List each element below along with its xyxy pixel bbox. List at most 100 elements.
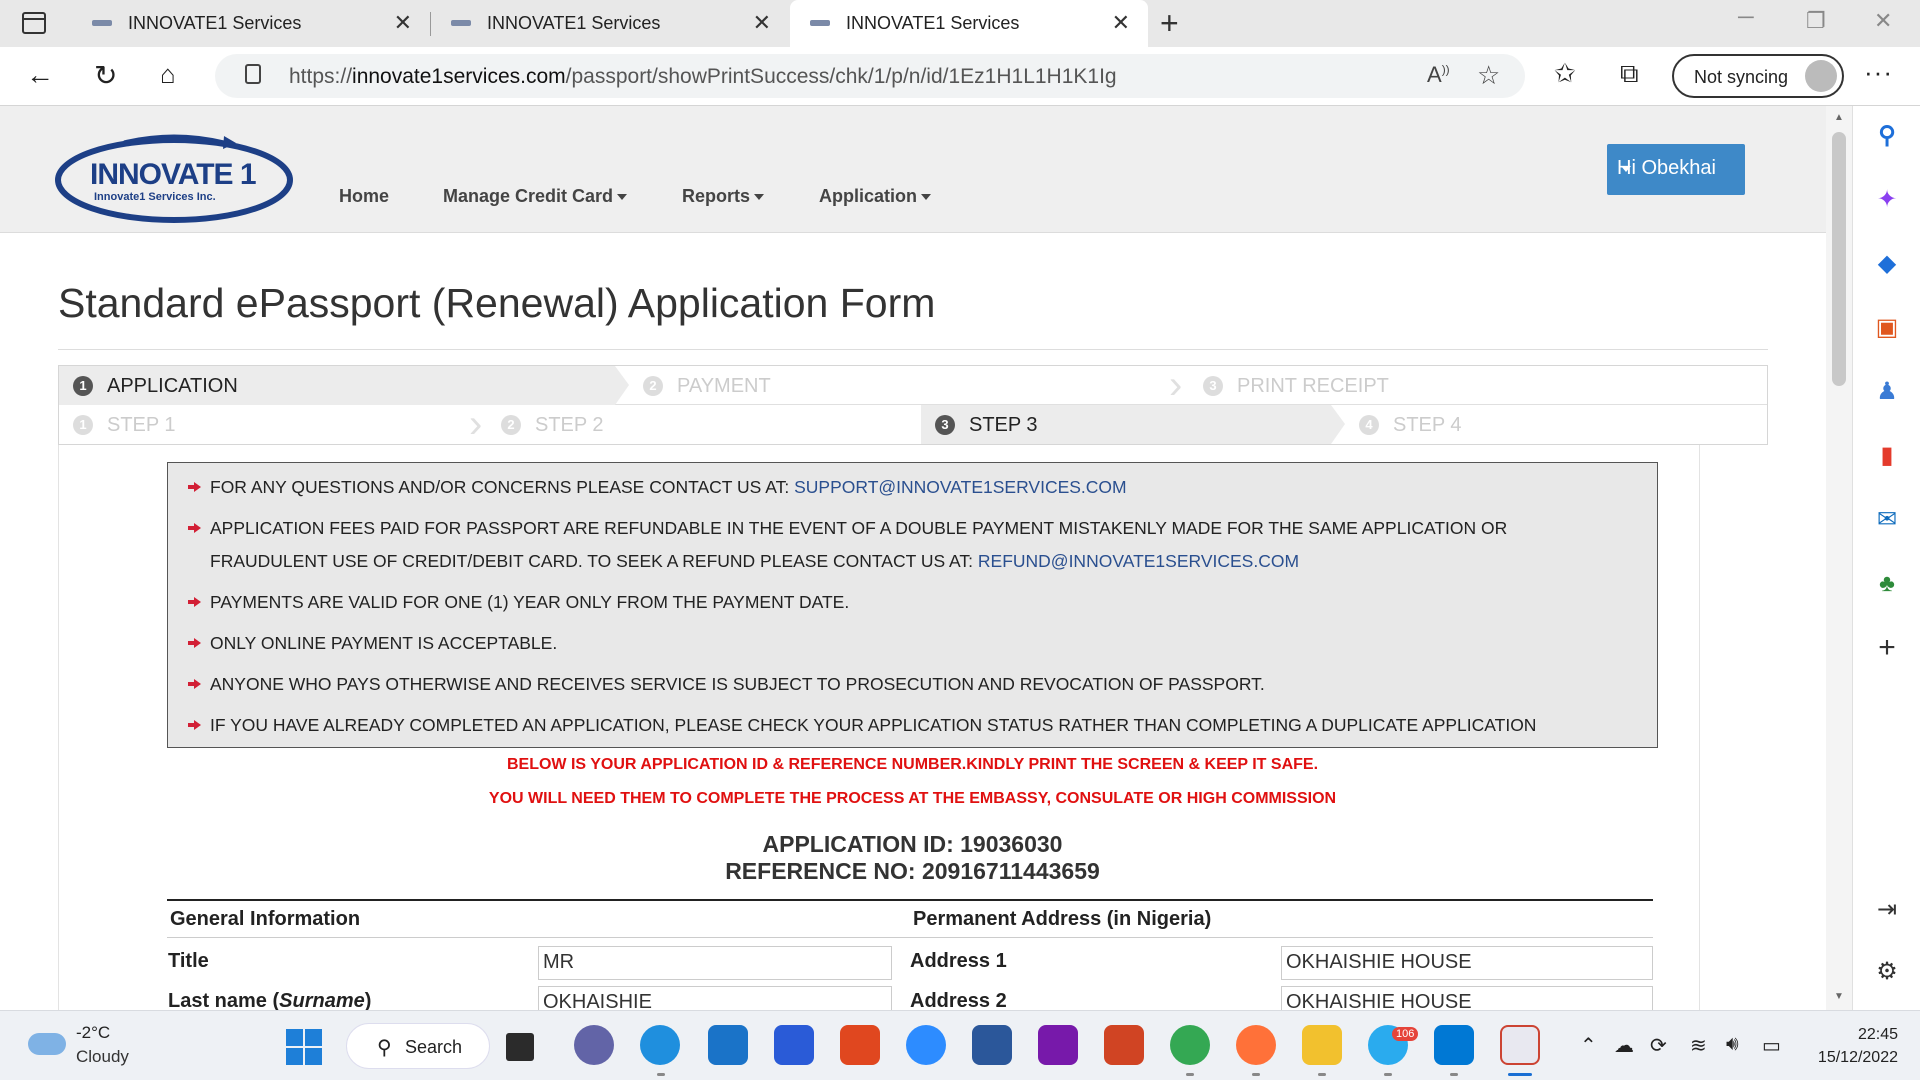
scroll-down-arrow-icon[interactable]: ▼ xyxy=(1834,991,1844,1002)
weather-temperature[interactable]: -2°C xyxy=(76,1023,110,1043)
wifi-icon[interactable]: ≋ xyxy=(1690,1033,1707,1058)
hide-sidebar-icon[interactable]: ⇥ xyxy=(1873,896,1901,924)
restore-icon[interactable]: ❐ xyxy=(1806,8,1826,34)
wizard-main-steps: 1 APPLICATION 2 PAYMENT › 3 PRINT RECEIPT xyxy=(59,365,1767,405)
vscode-icon[interactable] xyxy=(1434,1025,1474,1065)
taskbar-search-button[interactable]: ⚲ Search xyxy=(346,1023,490,1069)
nav-application[interactable]: Application xyxy=(819,186,931,207)
nav-home[interactable]: Home xyxy=(339,186,389,207)
support-email-link[interactable]: SUPPORT@INNOVATE1SERVICES.COM xyxy=(794,477,1127,497)
nav-reports[interactable]: Reports xyxy=(682,186,765,207)
task-view-icon[interactable] xyxy=(506,1033,534,1061)
browser-tab-2[interactable]: INNOVATE1 Services ✕ xyxy=(431,0,789,47)
firefox-icon[interactable] xyxy=(1236,1025,1276,1065)
system-clock[interactable]: 22:45 15/12/2022 xyxy=(1808,1023,1898,1069)
red-arrow-icon xyxy=(188,720,202,730)
onenote-icon[interactable] xyxy=(1038,1025,1078,1065)
discover-sparkle-icon[interactable]: ✦ xyxy=(1873,186,1901,214)
address1-field[interactable]: OKHAISHIE HOUSE xyxy=(1281,946,1653,980)
office-icon[interactable]: ▮ xyxy=(1873,442,1901,470)
tree-icon[interactable]: ♣ xyxy=(1873,570,1901,598)
close-tab-icon[interactable]: ✕ xyxy=(753,10,771,36)
divider xyxy=(58,349,1768,350)
onedrive-cloud-icon[interactable]: ☁ xyxy=(1614,1033,1634,1058)
nav-manage-credit-card[interactable]: Manage Credit Card xyxy=(443,186,628,207)
address1-label: Address 1 xyxy=(910,950,1007,972)
new-tab-button[interactable]: + xyxy=(1160,5,1179,42)
lastname-field[interactable]: OKHAISHIE xyxy=(538,986,892,1010)
close-window-icon[interactable]: ✕ xyxy=(1874,8,1892,34)
page-scrollbar[interactable]: ▲ ▼ xyxy=(1826,106,1852,1010)
tab-actions-icon[interactable] xyxy=(22,12,46,34)
page-title: Standard ePassport (Renewal) Application… xyxy=(58,280,936,326)
running-indicator xyxy=(1450,1073,1458,1076)
running-indicator xyxy=(1384,1073,1392,1076)
volume-icon[interactable]: 🔊︎ xyxy=(1726,1033,1739,1056)
browser-tab-bar: INNOVATE1 Services ✕ INNOVATE1 Services … xyxy=(0,0,1920,47)
collections-icon[interactable]: ⧉ xyxy=(1620,58,1639,90)
office-icon[interactable] xyxy=(840,1025,880,1065)
browser-tab-1[interactable]: INNOVATE1 Services ✕ xyxy=(72,0,430,47)
windows-start-icon[interactable] xyxy=(286,1029,322,1065)
weather-description[interactable]: Cloudy xyxy=(76,1047,129,1067)
tab-title: INNOVATE1 Services xyxy=(846,13,1020,33)
search-icon[interactable]: ⚲ xyxy=(1873,122,1901,150)
general-information-heading: General Information xyxy=(170,908,361,930)
teams-chat-icon[interactable] xyxy=(574,1025,614,1065)
add-favorite-icon[interactable]: ☆ xyxy=(1477,60,1500,91)
browser-tab-3-active[interactable]: INNOVATE1 Services ✕ xyxy=(790,0,1148,47)
url-text[interactable]: https://innovate1services.com/passport/s… xyxy=(289,65,1117,89)
address2-field[interactable]: OKHAISHIE HOUSE xyxy=(1281,986,1653,1010)
site-favicon-icon xyxy=(92,20,112,26)
cloud-icon[interactable] xyxy=(28,1033,66,1055)
word-icon[interactable] xyxy=(972,1025,1012,1065)
profile-sync-button[interactable]: Not syncing xyxy=(1672,54,1844,98)
wizard-step-application: 1 APPLICATION xyxy=(59,366,615,405)
lock-icon[interactable] xyxy=(245,64,261,84)
refresh-icon[interactable]: ↻ xyxy=(94,59,117,92)
close-tab-icon[interactable]: ✕ xyxy=(394,10,412,36)
close-tab-icon[interactable]: ✕ xyxy=(1112,10,1130,36)
outlook-icon[interactable]: ✉ xyxy=(1873,506,1901,534)
file-explorer-icon[interactable] xyxy=(1302,1025,1342,1065)
snipping-tool-icon[interactable] xyxy=(1500,1025,1540,1065)
reference-number: REFERENCE NO: 20916711443659 xyxy=(725,858,1100,884)
show-hidden-icons-chevron-icon[interactable]: ⌃ xyxy=(1580,1033,1597,1058)
innovate1-logo[interactable]: INNOVATE 1 Innovate1 Services Inc. xyxy=(54,128,294,224)
title-field[interactable]: MR xyxy=(538,946,892,980)
site-navbar: INNOVATE 1 Innovate1 Services Inc. Home … xyxy=(0,106,1826,233)
shopping-tag-icon[interactable]: ◆ xyxy=(1873,250,1901,278)
add-sidebar-app-icon[interactable]: + xyxy=(1873,633,1901,663)
wizard-step-payment: 2 PAYMENT xyxy=(629,366,1169,405)
favorites-icon[interactable]: ✩ xyxy=(1554,58,1576,89)
address-bar[interactable]: https://innovate1services.com/passport/s… xyxy=(215,54,1525,98)
running-indicator xyxy=(1318,1073,1326,1076)
read-aloud-icon[interactable]: A)) xyxy=(1427,62,1450,88)
refund-email-link[interactable]: REFUND@INNOVATE1SERVICES.COM xyxy=(978,551,1299,571)
microsoft-store-icon[interactable] xyxy=(774,1025,814,1065)
scroll-thumb[interactable] xyxy=(1832,132,1846,386)
sync-icon[interactable]: ⟳ xyxy=(1650,1033,1667,1058)
user-menu-button[interactable]: Hi Obekhai xyxy=(1607,144,1745,195)
mail-icon[interactable] xyxy=(708,1025,748,1065)
powerpoint-icon[interactable] xyxy=(1104,1025,1144,1065)
back-arrow-icon[interactable]: ← xyxy=(26,59,54,91)
edge-browser-icon[interactable] xyxy=(640,1025,680,1065)
battery-icon[interactable]: ▭ xyxy=(1762,1033,1781,1058)
chrome-icon[interactable] xyxy=(1170,1025,1210,1065)
scroll-up-arrow-icon[interactable]: ▲ xyxy=(1834,112,1844,123)
zoom-icon[interactable] xyxy=(906,1025,946,1065)
minimize-icon[interactable]: ─ xyxy=(1738,4,1754,30)
tools-icon[interactable]: ▣ xyxy=(1873,314,1901,342)
running-indicator xyxy=(657,1073,665,1076)
settings-gear-icon[interactable]: ⚙ xyxy=(1873,958,1901,986)
more-options-icon[interactable]: ··· xyxy=(1864,57,1893,88)
tab-title: INNOVATE1 Services xyxy=(487,13,661,33)
tab-title: INNOVATE1 Services xyxy=(128,13,302,33)
section-divider xyxy=(167,937,1653,938)
browser-toolbar: ← ↻ ⌂ https://innovate1services.com/pass… xyxy=(0,47,1920,106)
home-icon[interactable]: ⌂ xyxy=(160,59,176,90)
red-arrow-icon xyxy=(188,679,202,689)
games-icon[interactable]: ♟ xyxy=(1873,378,1901,406)
wizard-substep-2: 2 STEP 2 xyxy=(487,405,907,444)
